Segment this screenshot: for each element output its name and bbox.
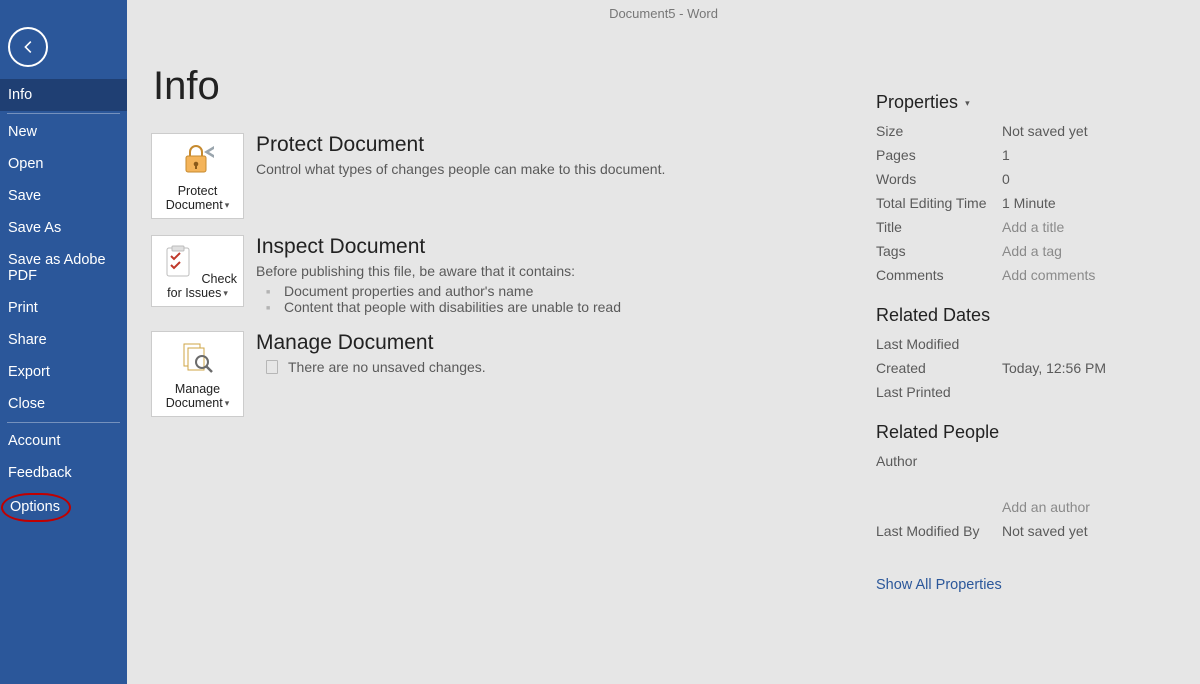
nav-open[interactable]: Open — [0, 148, 127, 180]
prop-created: CreatedToday, 12:56 PM — [876, 356, 1176, 380]
nav-info[interactable]: Info — [0, 79, 127, 111]
prop-author: Author — [876, 449, 1176, 473]
section-desc: Control what types of changes people can… — [256, 161, 665, 177]
document-magnify-icon — [178, 340, 218, 376]
dropdown-icon: ▾ — [223, 200, 230, 210]
nav-options-wrap: Options — [0, 489, 127, 522]
window-title: Document5 - Word — [127, 0, 1200, 22]
prop-last-printed: Last Printed — [876, 380, 1176, 404]
issue-item: Content that people with disabilities ar… — [266, 299, 621, 315]
nav-export[interactable]: Export — [0, 356, 127, 388]
manage-document-row: Manage Document▾ Manage Document There a… — [151, 331, 836, 417]
back-button[interactable] — [8, 27, 48, 67]
nav-label: Feedback — [8, 465, 72, 481]
manage-document-text: Manage Document There are no unsaved cha… — [256, 331, 486, 375]
prop-pages: Pages1 — [876, 143, 1176, 167]
dropdown-icon: ▾ — [223, 398, 230, 408]
prop-edit-time: Total Editing Time1 Minute — [876, 191, 1176, 215]
protect-document-text: Protect Document Control what types of c… — [256, 133, 665, 181]
nav-new[interactable]: New — [0, 116, 127, 148]
nav-separator — [7, 422, 120, 423]
issue-item: Document properties and author's name — [266, 283, 621, 299]
prop-comments[interactable]: CommentsAdd comments — [876, 263, 1176, 287]
inspect-document-text: Inspect Document Before publishing this … — [256, 235, 621, 315]
content: Info Protect Document▾ Protect Document … — [127, 22, 1200, 593]
section-desc: Before publishing this file, be aware th… — [256, 263, 621, 279]
lock-key-icon — [178, 142, 218, 178]
check-for-issues-button[interactable]: Check for Issues▾ — [151, 235, 244, 307]
nav-share[interactable]: Share — [0, 324, 127, 356]
properties-panel: Properties ▾ SizeNot saved yet Pages1 Wo… — [876, 34, 1176, 593]
protect-document-button[interactable]: Protect Document▾ — [151, 133, 244, 219]
nav-options[interactable]: Options — [1, 493, 71, 522]
nav-label: Save as Adobe PDF — [8, 252, 106, 284]
card-label: Manage Document — [166, 382, 223, 410]
section-title: Inspect Document — [256, 235, 621, 259]
nav-save-as[interactable]: Save As — [0, 212, 127, 244]
nav-label: Print — [8, 300, 38, 316]
show-all-properties-link[interactable]: Show All Properties — [876, 577, 1002, 593]
page-title: Info — [153, 64, 836, 109]
inspect-issues-list: Document properties and author's name Co… — [256, 283, 621, 315]
dropdown-icon: ▾ — [963, 98, 970, 108]
nav-label: Close — [8, 396, 45, 412]
nav-label: Save As — [8, 220, 61, 236]
nav-print[interactable]: Print — [0, 292, 127, 324]
no-changes-line: There are no unsaved changes. — [256, 359, 486, 375]
nav-label: Save — [8, 188, 41, 204]
related-dates-section: Related Dates Last Modified CreatedToday… — [876, 305, 1176, 404]
card-label: Protect Document — [166, 184, 223, 212]
prop-tags[interactable]: TagsAdd a tag — [876, 239, 1176, 263]
nav-label: Export — [8, 364, 50, 380]
related-people-section: Related People Author Add an author Last… — [876, 422, 1176, 543]
back-arrow-icon — [19, 38, 37, 56]
properties-section: Properties ▾ SizeNot saved yet Pages1 Wo… — [876, 92, 1176, 287]
prop-last-modified: Last Modified — [876, 332, 1176, 356]
properties-heading[interactable]: Properties ▾ — [876, 92, 1176, 113]
nav-separator — [7, 113, 120, 114]
protect-document-row: Protect Document▾ Protect Document Contr… — [151, 133, 836, 219]
nav-close[interactable]: Close — [0, 388, 127, 420]
nav-label: New — [8, 124, 37, 140]
related-dates-heading: Related Dates — [876, 305, 1176, 326]
backstage-sidebar: Info New Open Save Save As Save as Adobe… — [0, 0, 127, 684]
prop-title[interactable]: TitleAdd a title — [876, 215, 1176, 239]
section-desc: There are no unsaved changes. — [288, 359, 486, 375]
nav-label: Open — [8, 156, 43, 172]
nav-label: Account — [8, 433, 60, 449]
document-icon — [266, 360, 278, 374]
manage-document-button[interactable]: Manage Document▾ — [151, 331, 244, 417]
main-area: Document5 - Word Info Protect Document▾ — [127, 0, 1200, 684]
nav-label: Options — [10, 499, 60, 515]
nav-save-adobe-pdf[interactable]: Save as Adobe PDF — [0, 244, 127, 292]
prop-words: Words0 — [876, 167, 1176, 191]
nav-label: Info — [8, 87, 32, 103]
related-people-heading: Related People — [876, 422, 1176, 443]
prop-add-author[interactable]: Add an author — [876, 495, 1176, 519]
nav-save[interactable]: Save — [0, 180, 127, 212]
checklist-icon — [158, 244, 198, 280]
nav-label: Share — [8, 332, 47, 348]
dropdown-icon: ▾ — [221, 288, 228, 298]
nav-account[interactable]: Account — [0, 425, 127, 457]
nav-feedback[interactable]: Feedback — [0, 457, 127, 489]
prop-size: SizeNot saved yet — [876, 119, 1176, 143]
inspect-document-row: Check for Issues▾ Inspect Document Befor… — [151, 235, 836, 315]
prop-last-modified-by: Last Modified ByNot saved yet — [876, 519, 1176, 543]
info-left-column: Info Protect Document▾ Protect Document … — [151, 34, 836, 593]
section-title: Manage Document — [256, 331, 486, 355]
section-title: Protect Document — [256, 133, 665, 157]
